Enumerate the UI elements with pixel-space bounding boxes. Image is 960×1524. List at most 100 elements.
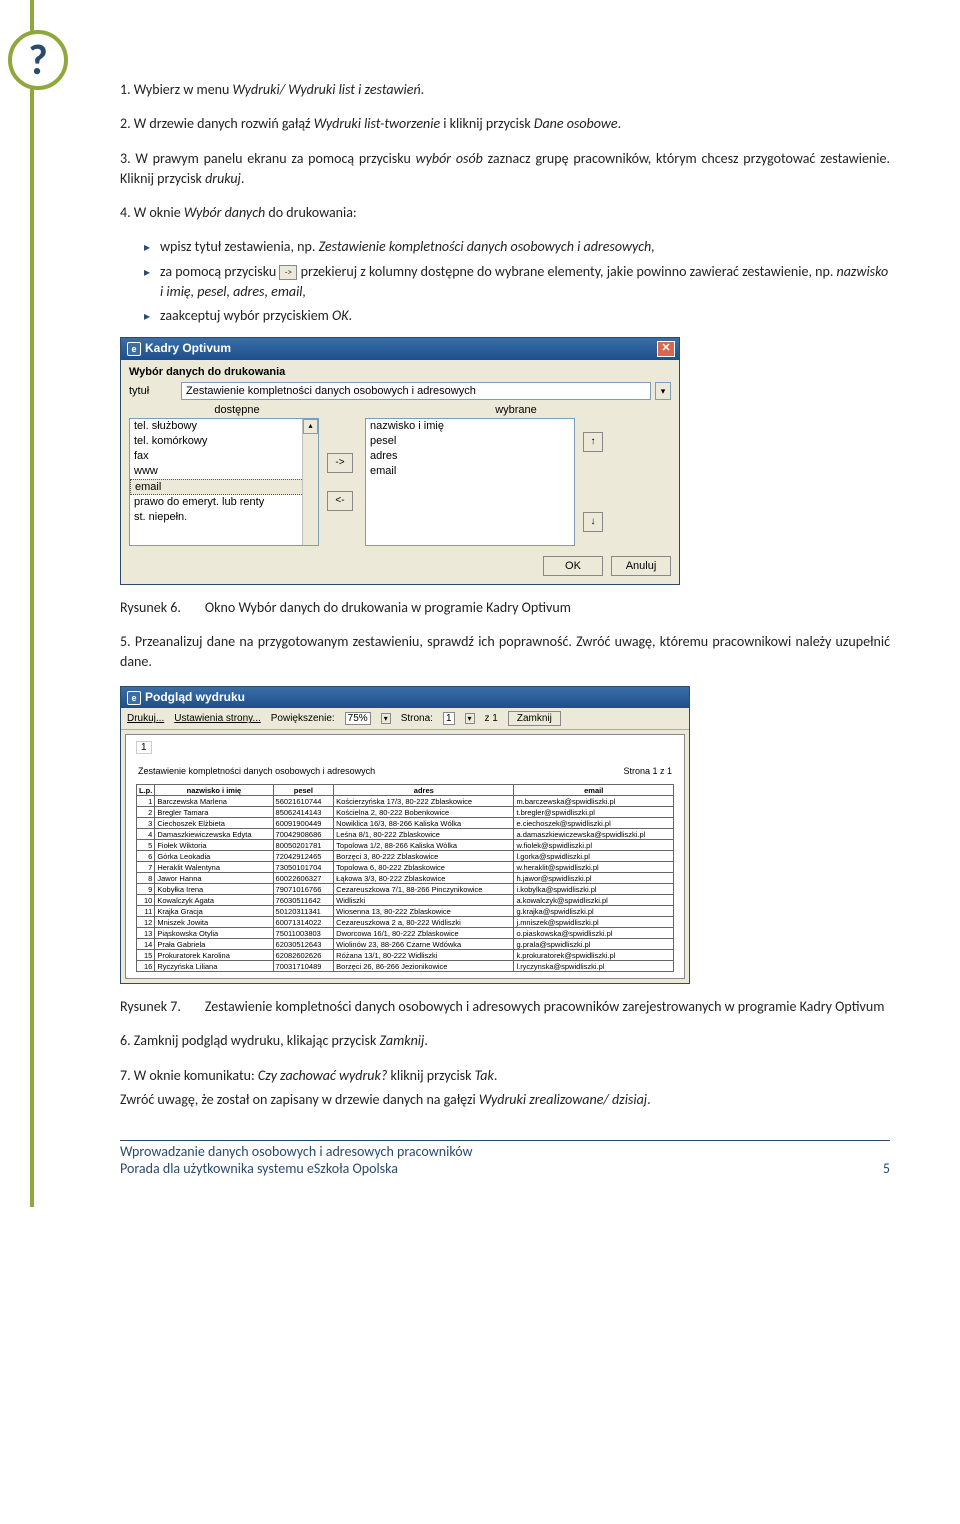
cancel-button[interactable]: Anuluj [611,556,671,576]
bullet-3-c: . [348,307,352,324]
step-1-menu-path: Wydruki/ Wydruki list i zestawień [233,81,421,98]
table-cell: 72042912465 [273,851,334,862]
close-preview-button[interactable]: Zamknij [508,711,561,726]
table-cell: Kowalczyk Agata [155,895,273,906]
page-value[interactable]: 1 [443,712,455,725]
bullet-2-b: przekieruj z kolumny dostępne do wybrane… [301,263,837,280]
bullet-icon: ▸ [144,265,150,282]
table-cell: 12 [137,917,155,928]
table-cell: 10 [137,895,155,906]
bullet-1-b: Zestawienie kompletności danych osobowyc… [319,238,655,255]
table-cell: Piąskowska Otylia [155,928,273,939]
move-down-button[interactable]: ↓ [583,512,603,532]
table-cell: Topolowa 6, 80-222 Zblaskowice [334,862,514,873]
table-cell: 15 [137,950,155,961]
table-cell: Mniszek Jowita [155,917,273,928]
title-row: tytuł Zestawienie kompletności danych os… [129,382,671,400]
move-right-button[interactable]: -> [327,453,353,473]
bullet-3-text: zaakceptuj wybór przyciskiem OK. [160,306,352,326]
list-item[interactable]: email [366,464,574,479]
move-left-button[interactable]: <- [327,491,353,511]
page-dropdown-icon[interactable]: ▾ [465,713,475,724]
scroll-up-icon[interactable]: ▴ [303,419,318,434]
step-7-d: Tak [475,1067,494,1084]
table-cell: 8 [137,873,155,884]
table-cell: 80050201781 [273,840,334,851]
available-listbox[interactable]: tel. służbowy tel. komórkowy fax www ema… [129,418,319,546]
table-cell: Różana 13/1, 80-222 Widliszki [334,950,514,961]
step-7-note-a: Zwróć uwagę, że został on zapisany w drz… [120,1091,479,1108]
close-icon[interactable]: ✕ [657,341,675,357]
list-item[interactable]: tel. służbowy [130,419,318,434]
zoom-dropdown-icon[interactable]: ▾ [381,713,391,724]
step-6-a: 6. Zamknij podgląd wydruku, klikając prz… [120,1032,380,1049]
table-cell: 56021610744 [273,796,334,807]
title-input[interactable]: Zestawienie kompletności danych osobowyc… [181,382,651,400]
bullet-2: ▸ za pomocą przycisku -> przekieruj z ko… [144,262,890,303]
dropdown-icon[interactable]: ▾ [655,382,671,400]
table-cell: Jawor Hanna [155,873,273,884]
table-cell: h.jawor@spwidliszki.pl [514,873,674,884]
step-1-text-a: 1. Wybierz w menu [120,81,233,98]
table-cell: i.kobylka@spwidliszki.pl [514,884,674,895]
move-up-button[interactable]: ↑ [583,432,603,452]
table-cell: l.ryczynska@spwidliszki.pl [514,961,674,972]
step-3: 3. W prawym panelu ekranu za pomocą przy… [120,149,890,190]
table-row: 12Mniszek Jowita60071314022Cezareuszkowa… [137,917,674,928]
bullet-3-a: zaakceptuj wybór przyciskiem [160,307,332,324]
bullet-icon: ▸ [144,240,150,257]
preview-page-info: Strona 1 z 1 [623,766,672,776]
step-1-text-c: . [421,81,425,98]
table-cell: 13 [137,928,155,939]
table-cell: Barczewska Marlena [155,796,273,807]
window-titlebar[interactable]: eKadry Optivum ✕ [121,338,679,360]
list-item[interactable]: prawo do emeryt. lub renty [130,495,318,510]
step-6-b: Zamknij [380,1032,425,1049]
arrow-right-icon: -> [279,265,297,280]
list-item[interactable]: fax [130,449,318,464]
selected-listbox[interactable]: nazwisko i imię pesel adres email [365,418,575,546]
list-item[interactable]: st. niepełn. [130,510,318,525]
caption-label: Rysunek 6. [120,599,181,616]
table-cell: 4 [137,829,155,840]
bullet-1-text: wpisz tytuł zestawienia, np. Zestawienie… [160,237,655,257]
window-titlebar[interactable]: ePodgląd wydruku [121,687,689,708]
figure-7-window: ePodgląd wydruku Drukuj... Ustawienia st… [120,686,890,984]
step-7-note-b: Wydruki zrealizowane/ dzisiaj [479,1091,647,1108]
print-button[interactable]: Drukuj... [127,713,164,724]
list-item[interactable]: adres [366,449,574,464]
zoom-value[interactable]: 75% [345,712,371,725]
table-row: 5Fiołek Wiktoria80050201781Topolowa 1/2,… [137,840,674,851]
scrollbar[interactable]: ▴ [302,419,318,545]
step-2-button: Dane osobowe [534,115,618,132]
table-cell: 3 [137,818,155,829]
table-cell: 76030511642 [273,895,334,906]
table-cell: 2 [137,807,155,818]
list-item[interactable]: tel. komórkowy [130,434,318,449]
col-available-label: dostępne [129,404,345,416]
page-setup-button[interactable]: Ustawienia strony... [174,713,261,724]
page-footer: Wprowadzanie danych osobowych i adresowy… [120,1140,890,1177]
table-cell: Krajka Gracja [155,906,273,917]
step-7-e: . [494,1067,498,1084]
table-cell: Borzęci 26, 86-266 Jezionikowice [334,961,514,972]
table-cell: 50120311341 [273,906,334,917]
step-4-bullets: ▸ wpisz tytuł zestawienia, np. Zestawien… [120,237,890,326]
step-4-b: Wybór danych [184,204,265,221]
list-item[interactable]: nazwisko i imię [366,419,574,434]
table-row: 15Prokuratorek Karolina62082602626Różana… [137,950,674,961]
list-item[interactable]: pesel [366,434,574,449]
table-row: 16Ryczyńska Liliana70031710489Borzęci 26… [137,961,674,972]
step-3-d: drukuj [205,170,241,187]
transfer-buttons: -> <- [327,418,357,546]
table-row: 4Damaszkiewiczewska Edyta70042908686Leśn… [137,829,674,840]
table-cell: 16 [137,961,155,972]
preview-page-num: 1 [136,741,152,754]
step-7-note-c: . [647,1091,651,1108]
data-table: L.p. nazwisko i imię pesel adres email 1… [136,784,674,972]
list-item-selected[interactable]: email [130,479,318,495]
bullet-1-a: wpisz tytuł zestawienia, np. [160,238,319,255]
table-cell: Leśna 8/1, 80-222 Zblaskowice [334,829,514,840]
ok-button[interactable]: OK [543,556,603,576]
list-item[interactable]: www [130,464,318,479]
